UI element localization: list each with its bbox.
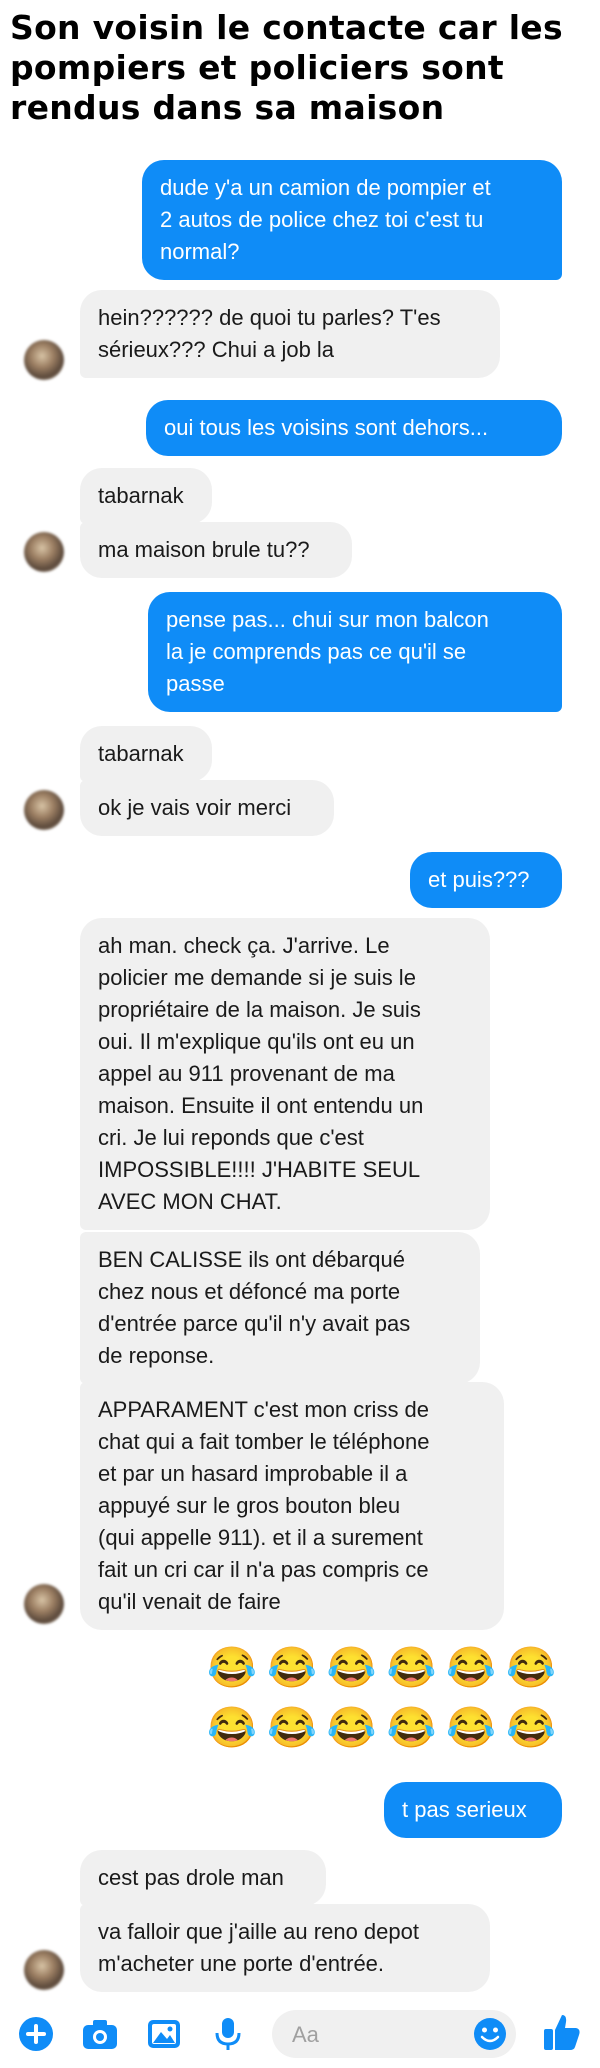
thumbs-up-icon[interactable] <box>540 2010 584 2054</box>
message-input[interactable]: Aa <box>272 2010 516 2058</box>
outgoing-message: et puis??? <box>410 852 562 908</box>
contact-avatar[interactable] <box>24 1584 64 1624</box>
incoming-message: va falloir que j'aille au reno depot m'a… <box>80 1904 490 1992</box>
contact-avatar[interactable] <box>24 1950 64 1990</box>
outgoing-message: oui tous les voisins sont dehors... <box>146 400 562 456</box>
emoji-message: 😂😂😂😂😂😂 <box>207 1646 566 1690</box>
incoming-message: hein?????? de quoi tu parles? T'es série… <box>80 290 500 378</box>
incoming-message: cest pas drole man <box>80 1850 326 1906</box>
incoming-message: BEN CALISSE ils ont débarqué chez nous e… <box>80 1232 480 1384</box>
camera-icon[interactable] <box>80 2014 120 2054</box>
incoming-message: ok je vais voir merci <box>80 780 334 836</box>
contact-avatar[interactable] <box>24 340 64 380</box>
microphone-icon[interactable] <box>208 2014 248 2054</box>
incoming-message: APPARAMENT c'est mon criss de chat qui a… <box>80 1382 504 1630</box>
incoming-message: tabarnak <box>80 726 212 782</box>
outgoing-message: dude y'a un camion de pompier et 2 autos… <box>142 160 562 280</box>
incoming-message: ah man. check ça. J'arrive. Le policier … <box>80 918 490 1230</box>
incoming-message: ma maison brule tu?? <box>80 522 352 578</box>
contact-avatar[interactable] <box>24 790 64 830</box>
outgoing-message: pense pas... chui sur mon balcon la je c… <box>148 592 562 712</box>
page-title: Son voisin le contacte car les pompiers … <box>10 8 563 127</box>
plus-icon[interactable] <box>16 2014 56 2054</box>
outgoing-message: t pas serieux <box>384 1782 562 1838</box>
smiley-icon[interactable] <box>472 2016 508 2052</box>
image-icon[interactable] <box>144 2014 184 2054</box>
emoji-message: 😂😂😂😂😂😂 <box>207 1706 566 1750</box>
incoming-message: tabarnak <box>80 468 212 524</box>
composer-bar: Aa <box>0 2000 600 2068</box>
message-input-placeholder: Aa <box>292 2022 319 2047</box>
contact-avatar[interactable] <box>24 532 64 572</box>
